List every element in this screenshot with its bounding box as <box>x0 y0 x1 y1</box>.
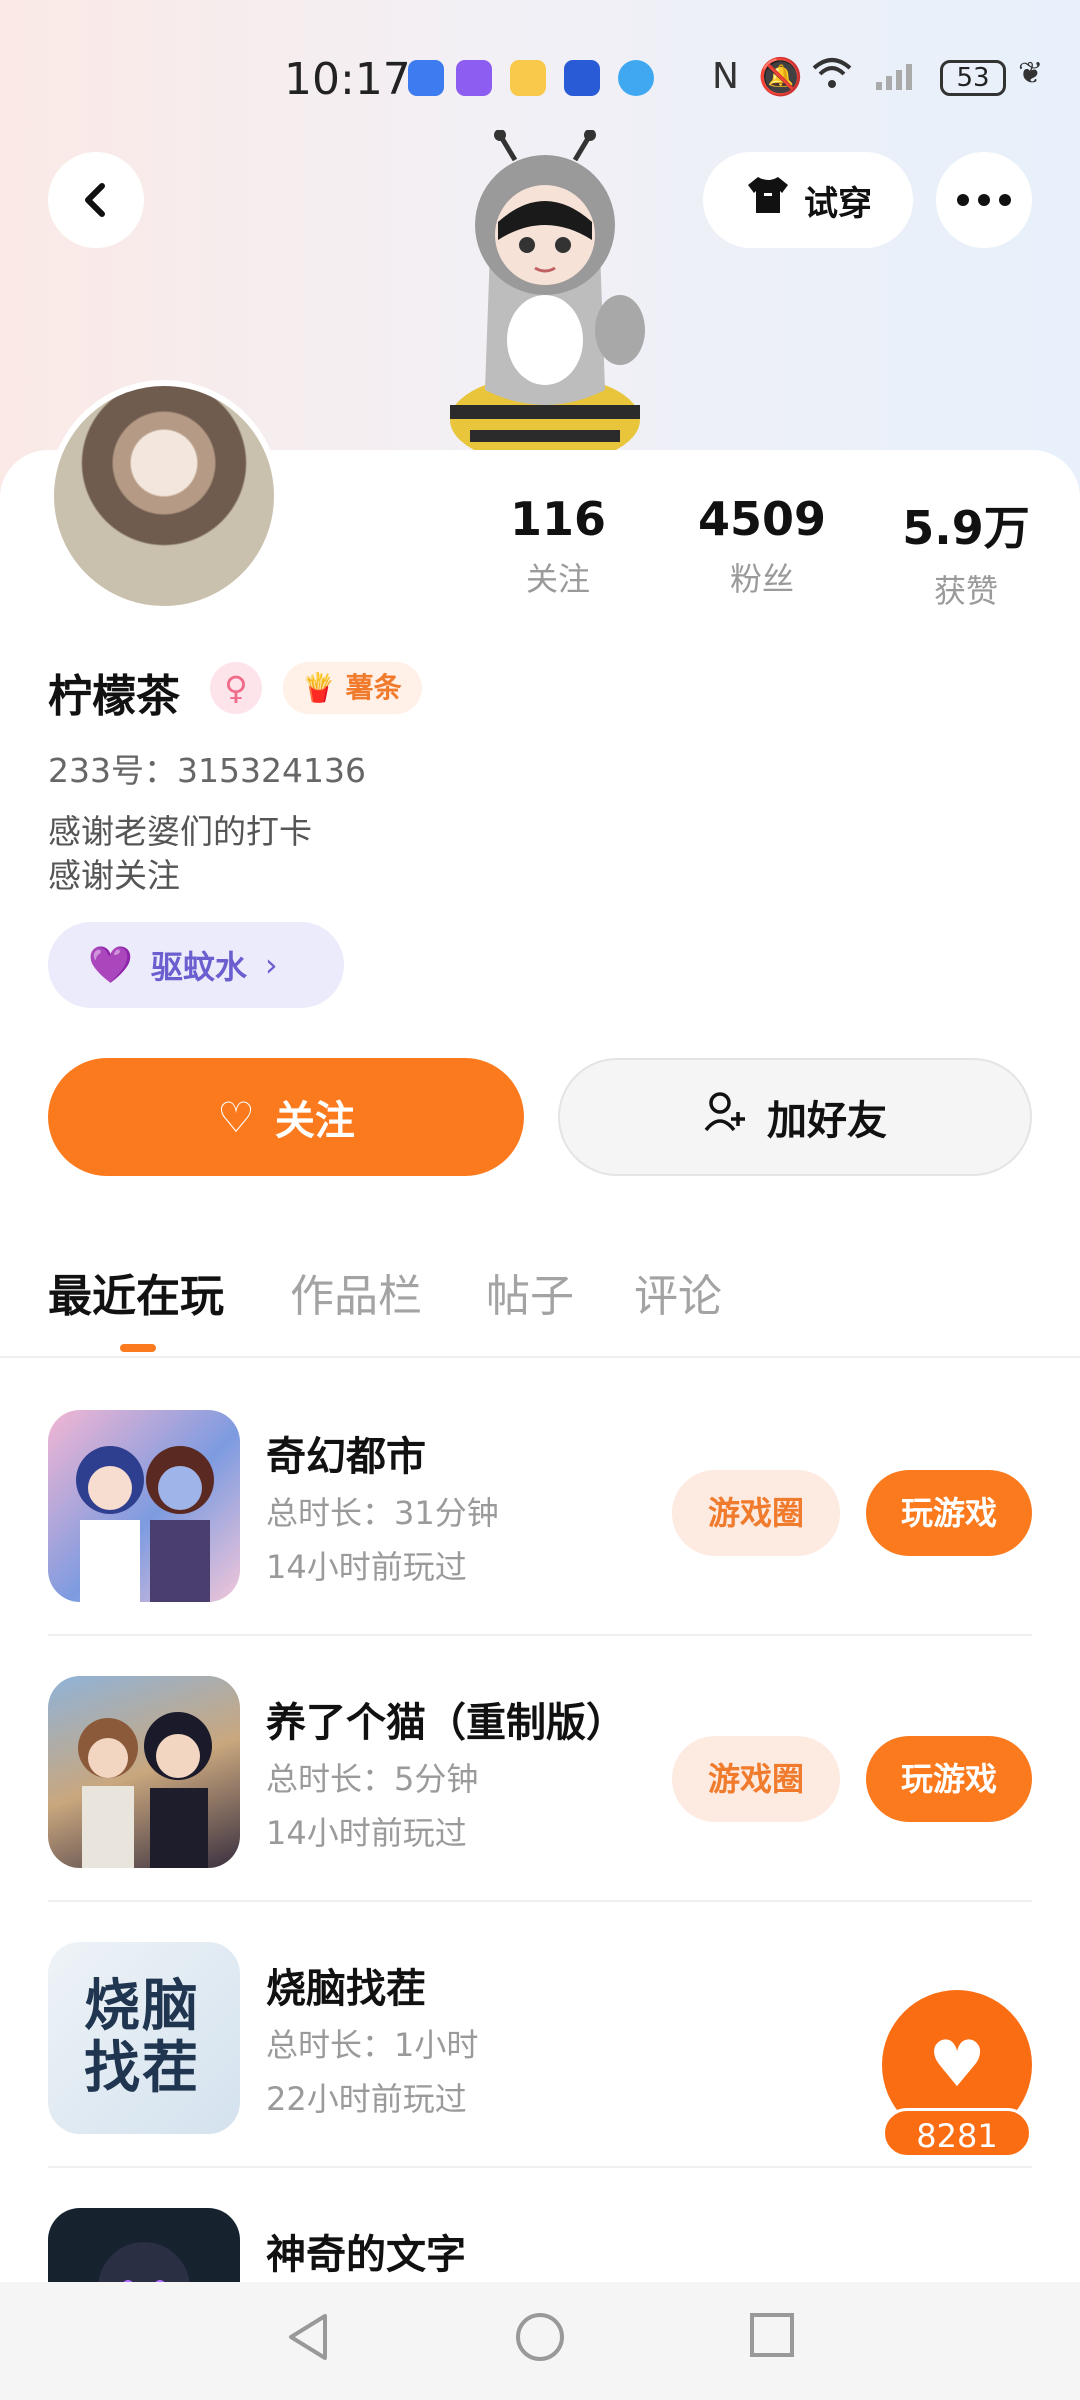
profile-tabs: 最近在玩 作品栏 帖子 评论 <box>0 1260 1080 1360</box>
game-thumbnail <box>48 1676 240 1868</box>
system-nav-bar <box>0 2282 1080 2400</box>
play-game-button[interactable]: 玩游戏 <box>866 1736 1032 1822</box>
game-title: 养了个猫（重制版） <box>266 1700 626 1746</box>
follow-button[interactable]: ♡ 关注 <box>48 1058 524 1176</box>
game-circle-button[interactable]: 游戏圈 <box>672 1736 840 1822</box>
tab-comments[interactable]: 评论 <box>634 1260 722 1324</box>
game-thumbnail <box>48 1410 240 1602</box>
game-circle-button[interactable]: 游戏圈 <box>672 1470 840 1556</box>
app-notification-icon <box>456 60 492 96</box>
bio-line: 感谢老婆们的打卡 <box>48 812 312 851</box>
status-bar: 10:17 N 🔕 53 ❦ <box>0 40 1080 120</box>
like-count: 8281 <box>882 2108 1032 2158</box>
female-icon: ♀ <box>210 662 262 714</box>
add-user-icon <box>703 1090 747 1144</box>
more-icon <box>957 194 1011 206</box>
back-button[interactable] <box>48 152 144 248</box>
app-notification-icon <box>618 60 654 96</box>
floating-like-button[interactable]: ♥ 8281 <box>882 1990 1032 2160</box>
stat-followers[interactable]: 4509 粉丝 <box>672 492 852 600</box>
status-time: 10:17 <box>284 54 411 105</box>
level-tag[interactable]: 🍟 薯条 <box>283 662 422 714</box>
fan-badge-button[interactable]: 💜 驱蚊水 › <box>48 922 344 1008</box>
tab-recently-played[interactable]: 最近在玩 <box>48 1260 224 1324</box>
tab-posts[interactable]: 帖子 <box>486 1260 574 1324</box>
mute-icon: 🔕 <box>758 57 803 98</box>
game-last-played: 14小时前玩过 <box>266 1548 467 1586</box>
leaf-icon: ❦ <box>1018 56 1044 91</box>
battery-indicator: 53 <box>940 60 1006 96</box>
nav-back-icon[interactable] <box>276 2310 340 2374</box>
stat-value: 116 <box>509 492 607 546</box>
stat-likes[interactable]: 5.9万 获赞 <box>876 492 1056 612</box>
game-last-played: 14小时前玩过 <box>266 1814 467 1852</box>
profile-page: 10:17 N 🔕 53 ❦ 试穿 116 关注 4509 粉丝 5.9万 获赞… <box>0 0 1080 2400</box>
game-duration: 总时长：1小时 <box>266 2026 479 2064</box>
game-thumbnail-text: 烧脑找茬 <box>84 1974 200 2101</box>
game-title: 神奇的文字 <box>266 2232 466 2278</box>
stat-label: 粉丝 <box>729 560 794 598</box>
game-title: 奇幻都市 <box>266 1434 426 1480</box>
list-item[interactable]: 养了个猫（重制版） 总时长：5分钟 14小时前玩过 游戏圈 玩游戏 <box>48 1636 1032 1902</box>
shirt-icon <box>744 175 792 225</box>
level-tag-label: 薯条 <box>345 671 402 704</box>
heart-plus-icon: ♡ <box>217 1092 255 1142</box>
play-game-button[interactable]: 玩游戏 <box>866 1470 1032 1556</box>
follow-label: 关注 <box>274 1098 355 1144</box>
app-notification-icon <box>408 60 444 96</box>
chevron-left-icon <box>85 183 105 217</box>
app-notification-icon <box>564 60 600 96</box>
nav-recents-icon[interactable] <box>740 2310 804 2374</box>
more-button[interactable] <box>936 152 1032 248</box>
signal-icon <box>872 56 924 101</box>
game-last-played: 22小时前玩过 <box>266 2080 467 2118</box>
stat-following[interactable]: 116 关注 <box>468 492 648 600</box>
avatar[interactable] <box>48 380 280 612</box>
user-id: 233号：315324136 <box>48 751 366 790</box>
profile-name: 柠檬茶 <box>48 671 180 722</box>
game-duration: 总时长：5分钟 <box>266 1760 479 1798</box>
add-friend-button[interactable]: 加好友 <box>558 1058 1032 1176</box>
try-on-button[interactable]: 试穿 <box>703 152 913 248</box>
stat-label: 关注 <box>525 560 590 598</box>
heart-icon: 💜 <box>88 945 133 986</box>
game-title: 烧脑找茬 <box>266 1966 426 2012</box>
list-item[interactable]: 奇幻都市 总时长：31分钟 14小时前玩过 游戏圈 玩游戏 <box>48 1370 1032 1636</box>
app-notification-icon <box>510 60 546 96</box>
wifi-icon <box>812 56 852 101</box>
fries-icon: 🍟 <box>301 671 336 704</box>
divider <box>0 1356 1080 1358</box>
avatar-outfit-character <box>430 129 660 465</box>
try-on-label: 试穿 <box>804 183 872 224</box>
bio-line: 感谢关注 <box>48 856 180 895</box>
game-thumbnail: 烧脑找茬 <box>48 1942 240 2134</box>
tab-active-indicator <box>120 1344 156 1352</box>
add-friend-label: 加好友 <box>767 1098 887 1144</box>
chevron-right-icon: › <box>264 946 278 984</box>
nav-home-icon[interactable] <box>508 2310 572 2374</box>
fan-badge-label: 驱蚊水 <box>150 948 247 986</box>
tab-works[interactable]: 作品栏 <box>290 1260 422 1324</box>
bio: 感谢老婆们的打卡 感谢关注 <box>48 810 312 898</box>
game-duration: 总时长：31分钟 <box>266 1494 499 1532</box>
stat-label: 获赞 <box>933 572 998 610</box>
stat-value: 5.9万 <box>902 501 1030 555</box>
nfc-icon: N <box>712 56 739 97</box>
stat-value: 4509 <box>697 492 827 546</box>
